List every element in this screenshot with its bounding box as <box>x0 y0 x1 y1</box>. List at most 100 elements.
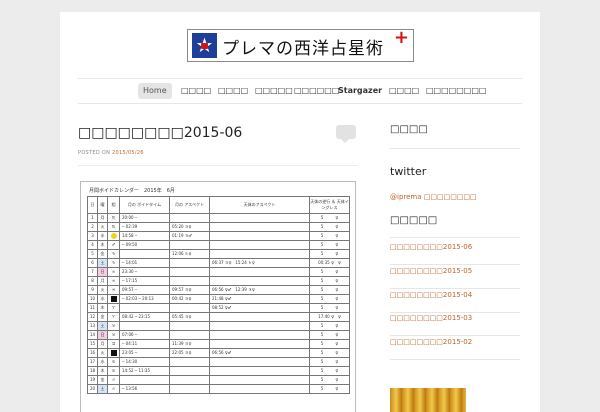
calendar-cell-s: ♐ <box>107 240 120 250</box>
calendar-cell-asp <box>169 276 210 286</box>
calendar-cell-retro: 5 ♀ <box>309 330 350 340</box>
comment-bubble-icon[interactable] <box>336 125 356 143</box>
calendar-cell-s: ♈ <box>107 303 120 313</box>
nav-item-stargazer[interactable]: Stargazer <box>338 83 382 99</box>
calendar-cell-s: ♌ <box>107 384 120 394</box>
nav-item-5[interactable]: □□□□□□ <box>294 83 339 99</box>
calendar-cell-retro: 5 ♀ <box>309 231 350 241</box>
calendar-cell-asp: 12:06 ♄♀ <box>169 249 210 259</box>
calendar-cell-w: 木 <box>97 303 108 313</box>
calendar-cell-w: 木 <box>97 366 108 376</box>
calendar-cell-w: 金 <box>97 249 108 259</box>
post-divider <box>78 165 358 166</box>
calendar-cell-planets <box>209 312 310 322</box>
sidebar-banner-image[interactable] <box>390 388 466 412</box>
nav-item-3[interactable]: □□□□ <box>218 83 248 99</box>
calendar-cell-planets <box>209 240 310 250</box>
calendar-cell-s <box>107 294 120 304</box>
calendar-row: 11 木 ♈ 08:52 ♀♂ 5 ♀ <box>87 303 350 313</box>
calendar-cell-d: 12 <box>87 312 98 322</box>
calendar-cell-planets <box>209 276 310 286</box>
calendar-header-cell: 月の アスペクト <box>169 196 210 214</box>
calendar-header-cell: 曜 <box>97 196 108 214</box>
calendar-cell-w: 火 <box>97 285 108 295</box>
calendar-cell-w: 金 <box>97 375 108 385</box>
calendar-row: 18 木 ♋ 14:52 ─ 11:35 5 ♀ <box>87 366 350 376</box>
calendar-cell-s: ♒ <box>107 267 120 277</box>
recent-post-link[interactable]: □□□□□□□□2015-06 <box>390 243 472 251</box>
nav-item-4[interactable]: □□□□□ <box>255 83 293 99</box>
recent-post-link[interactable]: □□□□□□□□2015-03 <box>390 314 472 322</box>
calendar-cell-w: 水 <box>97 357 108 367</box>
calendar-cell-d: 2 <box>87 222 98 232</box>
calendar-cell-s <box>107 348 120 358</box>
post-date[interactable]: 2015/05/26 <box>112 150 144 156</box>
sidebar-divider <box>390 312 520 313</box>
sidebar-heading-1: □□□□ <box>390 124 428 135</box>
calendar-cell-s: ♌ <box>107 375 120 385</box>
sidebar-heading-2: □□□□□ <box>390 215 438 226</box>
posted-on-label: POSTED ON <box>78 150 111 156</box>
calendar-cell-s: ♊ <box>107 339 120 349</box>
calendar-cell-d: 5 <box>87 249 98 259</box>
new-moon-icon <box>110 296 117 302</box>
calendar-cell-planets: 08:52 ♀♂ <box>209 303 310 313</box>
calendar-cell-s: ♋ <box>107 366 120 376</box>
calendar-cell-asp <box>169 240 210 250</box>
calendar-cell-void <box>119 249 170 259</box>
calendar-cell-void: ─ 14:01 <box>119 258 170 268</box>
calendar-cell-void: ─ 09:50 <box>119 240 170 250</box>
calendar-row: 19 金 ♌ 5 ♀ <box>87 375 350 385</box>
calendar-cell-asp: 11:39 ♃♀ <box>169 339 210 349</box>
twitter-link[interactable]: @iprema □□□□□□□□ <box>390 193 477 201</box>
calendar-row: 10 水 ─ 02:03 ─ 20:13 00:42 ♃♀ 21:48 ♀♂ 5 ♀ <box>87 294 350 304</box>
calendar-cell-planets: 06:37 ♃♀ 15:24 ♄♀ <box>209 258 310 268</box>
calendar-cell-w: 水 <box>97 294 108 304</box>
sidebar-divider <box>390 359 520 360</box>
nav-item-home[interactable]: Home <box>138 83 172 99</box>
site-logo[interactable]: ★ プレマの西洋占星術 + <box>187 27 414 62</box>
calendar-cell-s: ♉ <box>107 330 120 340</box>
calendar-row: 17 水 ♋ ─ 14:30 5 ♀ <box>87 357 350 367</box>
sidebar-divider <box>390 148 520 149</box>
calendar-cell-w: 日 <box>97 330 108 340</box>
calendar-cell-retro: 5 ♀ <box>309 276 350 286</box>
calendar-cell-d: 9 <box>87 285 98 295</box>
calendar-header-cell: 月の ボイドタイム <box>119 196 170 214</box>
calendar-cell-d: 3 <box>87 231 98 241</box>
calendar-cell-s: ♏ <box>107 222 120 232</box>
calendar-cell-w: 水 <box>97 231 108 241</box>
site-logo-text: プレマの西洋占星術 <box>222 39 384 59</box>
calendar-cell-asp: 05:45 ♃♀ <box>169 312 210 322</box>
calendar-row: 3 水 14:58 ─ 01:19 ♃♂ 5 ♀ <box>87 231 350 241</box>
calendar-cell-w: 土 <box>97 321 108 331</box>
calendar-cell-void <box>119 321 170 331</box>
calendar-cell-d: 19 <box>87 375 98 385</box>
calendar-cell-s: ♈ <box>107 312 120 322</box>
calendar-cell-w: 月 <box>97 276 108 286</box>
nav-item-2[interactable]: □□□□ <box>181 83 211 99</box>
calendar-cell-d: 13 <box>87 321 98 331</box>
recent-post-link[interactable]: □□□□□□□□2015-05 <box>390 267 472 275</box>
calendar-cell-retro: 17:40 ♀ ♀ <box>309 312 350 322</box>
calendar-cell-d: 18 <box>87 366 98 376</box>
calendar-cell-planets <box>209 366 310 376</box>
calendar-row: 14 日 ♉ 07:06 ─ 5 ♀ <box>87 330 350 340</box>
star-logo-icon: ★ <box>192 33 217 58</box>
recent-post-link[interactable]: □□□□□□□□2015-02 <box>390 338 472 346</box>
calendar-cell-planets <box>209 357 310 367</box>
calendar-cell-planets <box>209 231 310 241</box>
new-moon-icon <box>110 350 117 356</box>
calendar-cell-w: 日 <box>97 267 108 277</box>
calendar-cell-d: 20 <box>87 384 98 394</box>
calendar-cell-d: 10 <box>87 294 98 304</box>
calendar-header-row: 日曜相月の ボイドタイム 月の アスペクト 天体のアスペクト 天体の逆行 ＆ 天体イン… <box>87 196 350 214</box>
sidebar-divider <box>390 237 520 238</box>
post-title[interactable]: □□□□□□□□2015-06 <box>78 125 242 141</box>
calendar-cell-w: 金 <box>97 312 108 322</box>
calendar-cell-retro: 5 ♀ <box>309 339 350 349</box>
calendar-cell-retro: 5 ♀ <box>309 249 350 259</box>
calendar-cell-void: 14:52 ─ 11:35 <box>119 366 170 376</box>
calendar-cell-w: 火 <box>97 348 108 358</box>
recent-post-link[interactable]: □□□□□□□□2015-04 <box>390 291 472 299</box>
